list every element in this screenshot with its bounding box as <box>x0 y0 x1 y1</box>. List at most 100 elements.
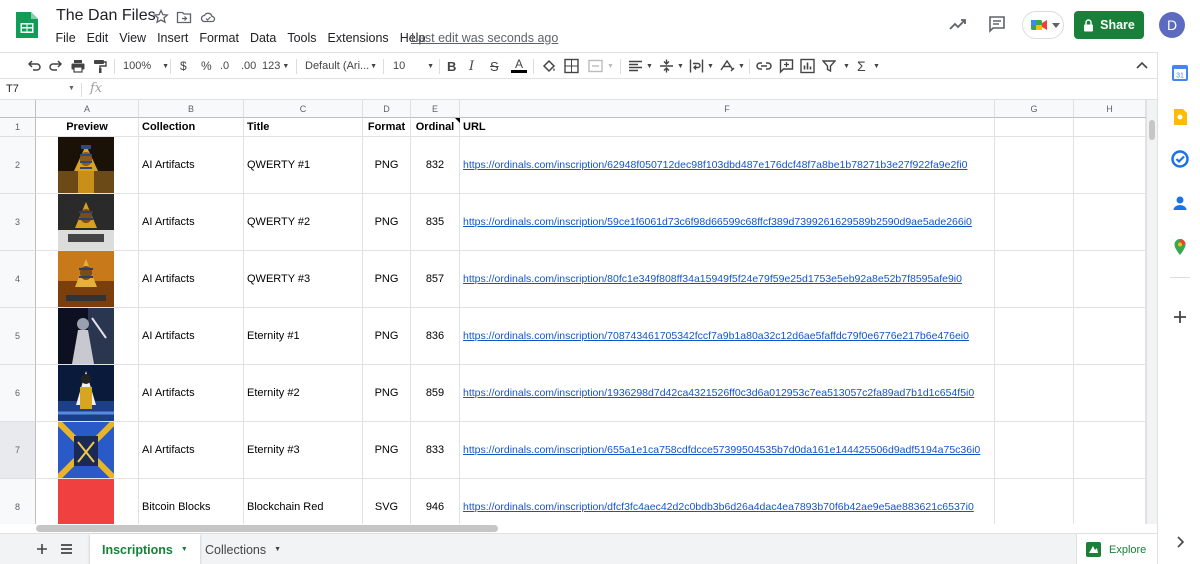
menu-tools[interactable]: Tools <box>282 30 322 48</box>
row-header-2[interactable]: 2 <box>0 137 36 194</box>
vertical-align-icon[interactable] <box>659 58 674 74</box>
ordinal-cell[interactable]: 857 <box>411 251 460 308</box>
filter-icon[interactable] <box>822 58 836 74</box>
title-cell[interactable]: QWERTY #1 <box>244 137 363 194</box>
comments-icon[interactable] <box>987 14 1007 34</box>
contacts-icon[interactable] <box>1171 194 1189 212</box>
title-cell[interactable]: Eternity #3 <box>244 422 363 479</box>
activity-trend-icon[interactable] <box>948 14 968 34</box>
column-header-a[interactable]: A <box>36 100 139 118</box>
horizontal-scroll-thumb[interactable] <box>36 525 498 532</box>
merge-dropdown-icon[interactable]: ▼ <box>607 58 614 74</box>
format-percent-button[interactable]: % <box>201 58 212 74</box>
ordinal-cell[interactable]: 946 <box>411 479 460 524</box>
url-link[interactable]: https://ordinals.com/inscription/7087434… <box>460 308 995 365</box>
cloud-status-icon[interactable] <box>200 9 216 25</box>
header-cell-collection[interactable]: Collection <box>139 118 244 137</box>
text-rotation-icon[interactable] <box>719 58 735 74</box>
menu-edit[interactable]: Edit <box>81 30 114 48</box>
document-title[interactable]: The Dan Files <box>56 7 156 25</box>
ordinal-cell[interactable]: 832 <box>411 137 460 194</box>
url-link[interactable]: https://ordinals.com/inscription/59ce1f6… <box>460 194 995 251</box>
empty-cell[interactable] <box>1074 479 1146 524</box>
row-header-6[interactable]: 6 <box>0 365 36 422</box>
decrease-decimals-button[interactable]: .0 <box>220 58 229 74</box>
column-header-c[interactable]: C <box>244 100 363 118</box>
row-header-7[interactable]: 7 <box>0 422 36 479</box>
collection-cell[interactable]: AI Artifacts <box>139 194 244 251</box>
horizontal-scrollbar[interactable] <box>36 524 1146 533</box>
url-link[interactable]: https://ordinals.com/inscription/655a1e1… <box>460 422 995 479</box>
ordinal-cell[interactable]: 835 <box>411 194 460 251</box>
insert-comment-icon[interactable] <box>779 58 794 74</box>
preview-cell[interactable] <box>36 137 139 194</box>
column-header-d[interactable]: D <box>363 100 411 118</box>
ordinal-cell[interactable]: 859 <box>411 365 460 422</box>
filter-dropdown-icon[interactable]: ▼ <box>843 58 850 74</box>
functions-icon[interactable]: Σ <box>857 58 866 74</box>
empty-cell[interactable] <box>1074 308 1146 365</box>
format-cell[interactable]: PNG <box>363 422 411 479</box>
zoom-select[interactable]: 100% ▼ <box>123 58 169 74</box>
menu-file[interactable]: File <box>50 30 81 48</box>
collection-cell[interactable]: AI Artifacts <box>139 251 244 308</box>
row-header-5[interactable]: 5 <box>0 308 36 365</box>
italic-icon[interactable]: I <box>469 58 474 74</box>
title-cell[interactable]: Eternity #2 <box>244 365 363 422</box>
show-side-panel-icon[interactable] <box>1171 533 1189 551</box>
collection-cell[interactable]: AI Artifacts <box>139 422 244 479</box>
menu-extensions[interactable]: Extensions <box>322 30 394 48</box>
keep-icon[interactable] <box>1171 108 1189 126</box>
add-sheet-icon[interactable] <box>36 543 48 555</box>
last-edit-link[interactable]: Last edit was seconds ago <box>411 31 558 45</box>
tab-collections[interactable]: Collections ▼ <box>193 534 293 564</box>
tab-inscriptions[interactable]: Inscriptions ▼ <box>90 534 200 564</box>
menu-data[interactable]: Data <box>244 30 281 48</box>
preview-cell[interactable] <box>36 479 139 524</box>
sheets-logo-icon[interactable] <box>14 10 40 40</box>
halign-dropdown-icon[interactable]: ▼ <box>646 58 653 74</box>
collection-cell[interactable]: Bitcoin Blocks <box>139 479 244 524</box>
more-formats-select[interactable]: 123 ▼ <box>262 58 289 74</box>
empty-cell[interactable] <box>1074 194 1146 251</box>
preview-cell[interactable] <box>36 194 139 251</box>
header-cell-url[interactable]: URL <box>460 118 995 137</box>
meet-button[interactable] <box>1022 11 1064 39</box>
url-link[interactable]: https://ordinals.com/inscription/80fc1e3… <box>460 251 995 308</box>
empty-cell[interactable] <box>995 479 1074 524</box>
format-cell[interactable]: PNG <box>363 137 411 194</box>
empty-cell[interactable] <box>1074 251 1146 308</box>
column-header-h[interactable]: H <box>1074 100 1146 118</box>
empty-cell[interactable] <box>995 118 1074 137</box>
title-cell[interactable]: QWERTY #2 <box>244 194 363 251</box>
column-header-b[interactable]: B <box>139 100 244 118</box>
redo-icon[interactable] <box>48 58 64 74</box>
calendar-icon[interactable]: 31 <box>1171 64 1189 82</box>
row-header-4[interactable]: 4 <box>0 251 36 308</box>
get-addons-icon[interactable] <box>1171 308 1189 326</box>
explore-button[interactable]: Explore <box>1076 534 1157 564</box>
share-button[interactable]: Share <box>1074 11 1144 39</box>
row-header-3[interactable]: 3 <box>0 194 36 251</box>
title-cell[interactable]: Blockchain Red <box>244 479 363 524</box>
format-cell[interactable]: SVG <box>363 479 411 524</box>
maps-icon[interactable] <box>1171 238 1189 256</box>
undo-icon[interactable] <box>26 58 42 74</box>
vertical-scrollbar[interactable] <box>1146 100 1157 524</box>
preview-cell[interactable] <box>36 422 139 479</box>
ordinal-cell[interactable]: 836 <box>411 308 460 365</box>
empty-cell[interactable] <box>995 194 1074 251</box>
tasks-icon[interactable] <box>1171 150 1189 168</box>
preview-cell[interactable] <box>36 308 139 365</box>
bold-icon[interactable]: B <box>447 58 456 74</box>
avatar[interactable]: D <box>1159 12 1185 38</box>
empty-cell[interactable] <box>995 308 1074 365</box>
font-family-select[interactable]: Default (Ari... ▼ <box>305 58 377 74</box>
horizontal-align-icon[interactable] <box>628 58 643 74</box>
paint-format-icon[interactable] <box>92 58 108 74</box>
collection-cell[interactable]: AI Artifacts <box>139 137 244 194</box>
url-link[interactable]: https://ordinals.com/inscription/dfcf3fc… <box>460 479 995 524</box>
text-wrapping-icon[interactable] <box>689 58 704 74</box>
functions-dropdown-icon[interactable]: ▼ <box>873 58 880 74</box>
collection-cell[interactable]: AI Artifacts <box>139 308 244 365</box>
